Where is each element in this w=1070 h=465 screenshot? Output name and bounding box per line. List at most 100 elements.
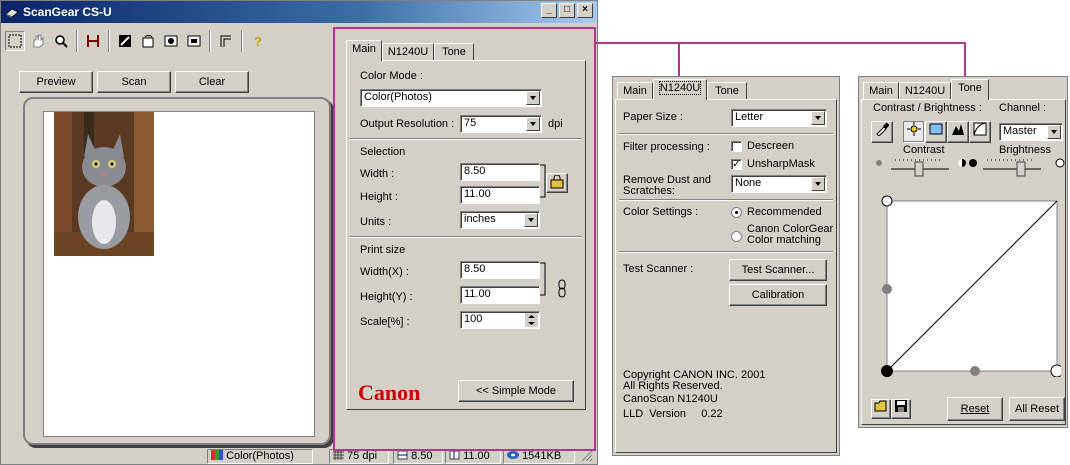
aspect-lock-button[interactable] bbox=[546, 173, 568, 193]
recommended-label: Recommended bbox=[747, 206, 822, 218]
remove-dust-label-line2: Scratches: bbox=[623, 185, 675, 197]
save-file-button[interactable] bbox=[891, 399, 911, 419]
zoom-tool-icon[interactable] bbox=[51, 31, 71, 51]
maximize-button[interactable]: □ bbox=[559, 3, 575, 18]
curve-mode-button[interactable] bbox=[969, 121, 991, 143]
chevron-down-icon[interactable] bbox=[524, 213, 538, 227]
chevron-down-icon[interactable] bbox=[526, 117, 540, 131]
preview-button[interactable]: Preview bbox=[19, 71, 93, 93]
hand-tool-icon[interactable] bbox=[28, 31, 48, 51]
print-width-input[interactable]: 8.50 bbox=[460, 261, 540, 279]
svg-text:?: ? bbox=[254, 34, 262, 48]
contrast-brightness-mode-button[interactable] bbox=[903, 121, 925, 143]
rotate-right-icon[interactable] bbox=[161, 31, 181, 51]
window-title: ScanGear CS-U bbox=[23, 5, 112, 19]
toolbar-separator bbox=[76, 30, 78, 52]
width-icon bbox=[397, 450, 408, 460]
colorgear-label-line2: Color matching bbox=[747, 234, 821, 246]
width-input[interactable]: 8.50 bbox=[460, 163, 540, 181]
mirror-icon[interactable] bbox=[184, 31, 204, 51]
tab-tone[interactable]: Tone bbox=[951, 79, 989, 100]
histogram-mode-button[interactable] bbox=[947, 121, 969, 143]
tab-tone[interactable]: Tone bbox=[707, 82, 747, 100]
chevron-down-icon[interactable] bbox=[526, 91, 540, 105]
dpi-unit-label: dpi bbox=[548, 118, 563, 130]
simple-mode-button[interactable]: << Simple Mode bbox=[458, 380, 574, 402]
spin-arrows-icon[interactable] bbox=[525, 313, 538, 327]
eyedropper-button[interactable] bbox=[871, 121, 893, 143]
clear-button[interactable]: Clear bbox=[175, 71, 249, 93]
unsharp-mask-checkbox[interactable]: ✓ bbox=[731, 159, 742, 170]
tab-main[interactable]: Main bbox=[863, 82, 899, 100]
callout-connector bbox=[596, 42, 966, 44]
tab-n1240u[interactable]: N1240U bbox=[653, 79, 707, 100]
eyedropper-icon bbox=[876, 122, 890, 137]
contrast-slider[interactable] bbox=[873, 153, 973, 179]
tab-tone[interactable]: Tone bbox=[434, 43, 474, 61]
copyright-line-3: CanoScan N1240U bbox=[623, 393, 718, 405]
crop-corner-icon[interactable] bbox=[216, 31, 236, 51]
tone-settings-panel: Main N1240U Tone Contrast / Brightness :… bbox=[858, 76, 1068, 428]
tab-main[interactable]: Main bbox=[617, 82, 653, 100]
tab-n1240u[interactable]: N1240U bbox=[899, 82, 951, 100]
scale-stepper[interactable]: 100 bbox=[460, 311, 540, 329]
toolbar-separator bbox=[241, 30, 243, 52]
remove-dust-select[interactable]: None bbox=[731, 175, 827, 193]
tone-curve-graph[interactable] bbox=[875, 189, 1061, 377]
contrast-brightness-label: Contrast / Brightness : bbox=[873, 102, 982, 114]
close-button[interactable]: × bbox=[577, 3, 593, 18]
status-height: 11.00 bbox=[445, 449, 501, 464]
preview-canvas[interactable] bbox=[43, 111, 315, 437]
selection-heading: Selection bbox=[360, 146, 406, 158]
title-bar[interactable]: ScanGear CS-U _ □ × bbox=[1, 1, 597, 23]
chevron-down-icon[interactable] bbox=[811, 111, 825, 125]
calibration-button[interactable]: Calibration bbox=[729, 284, 827, 306]
color-mode-select[interactable]: Color(Photos) bbox=[360, 89, 542, 107]
lock-icon bbox=[550, 174, 564, 189]
print-link-bracket bbox=[540, 262, 546, 296]
image-adjust-icon[interactable] bbox=[115, 31, 135, 51]
divider bbox=[619, 251, 833, 253]
filter-processing-label: Filter processing : bbox=[623, 141, 710, 153]
curve-icon bbox=[973, 122, 987, 136]
channel-select[interactable]: Master bbox=[999, 123, 1063, 141]
resize-grip-icon[interactable] bbox=[581, 450, 593, 462]
scan-button[interactable]: Scan bbox=[97, 71, 171, 93]
tab-main[interactable]: Main bbox=[346, 40, 382, 61]
output-resolution-select[interactable]: 75 bbox=[460, 115, 542, 133]
scanner-app-icon bbox=[5, 8, 19, 18]
help-icon[interactable]: ? bbox=[248, 31, 268, 51]
auto-crop-icon[interactable] bbox=[83, 31, 103, 51]
height-input[interactable]: 11.00 bbox=[460, 186, 540, 204]
chevron-down-icon[interactable] bbox=[1047, 125, 1061, 139]
levels-mode-button[interactable] bbox=[925, 121, 947, 143]
reset-button[interactable]: Reset bbox=[947, 397, 1003, 421]
colorgear-radio[interactable] bbox=[731, 231, 742, 242]
channel-label: Channel : bbox=[999, 102, 1047, 114]
height-label: Height : bbox=[360, 191, 398, 203]
paper-size-select[interactable]: Letter bbox=[731, 109, 827, 127]
width-label: Width : bbox=[360, 168, 395, 180]
resolution-grid-icon bbox=[333, 450, 344, 460]
open-file-button[interactable] bbox=[871, 399, 891, 419]
print-height-input[interactable]: 11.00 bbox=[460, 286, 540, 304]
print-height-label: Height(Y) : bbox=[360, 291, 413, 303]
divider bbox=[619, 133, 833, 135]
units-select[interactable]: inches bbox=[460, 211, 540, 229]
height-icon bbox=[449, 450, 460, 460]
recommended-radio[interactable] bbox=[731, 207, 742, 218]
chevron-down-icon[interactable] bbox=[811, 177, 825, 191]
minimize-button[interactable]: _ bbox=[541, 3, 557, 18]
rotate-left-icon[interactable] bbox=[138, 31, 158, 51]
brightness-slider[interactable] bbox=[965, 153, 1065, 179]
preview-area[interactable] bbox=[23, 97, 331, 445]
all-reset-button[interactable]: All Reset bbox=[1009, 397, 1065, 421]
descreen-checkbox[interactable] bbox=[731, 141, 742, 152]
descreen-label: Descreen bbox=[747, 140, 795, 152]
divider bbox=[619, 199, 833, 201]
marquee-tool-icon[interactable] bbox=[5, 31, 25, 51]
test-scanner-button[interactable]: Test Scanner... bbox=[729, 259, 827, 281]
tab-n1240u[interactable]: N1240U bbox=[382, 43, 434, 61]
chain-link-icon[interactable] bbox=[558, 279, 568, 299]
preview-thumbnail-image bbox=[54, 112, 154, 256]
